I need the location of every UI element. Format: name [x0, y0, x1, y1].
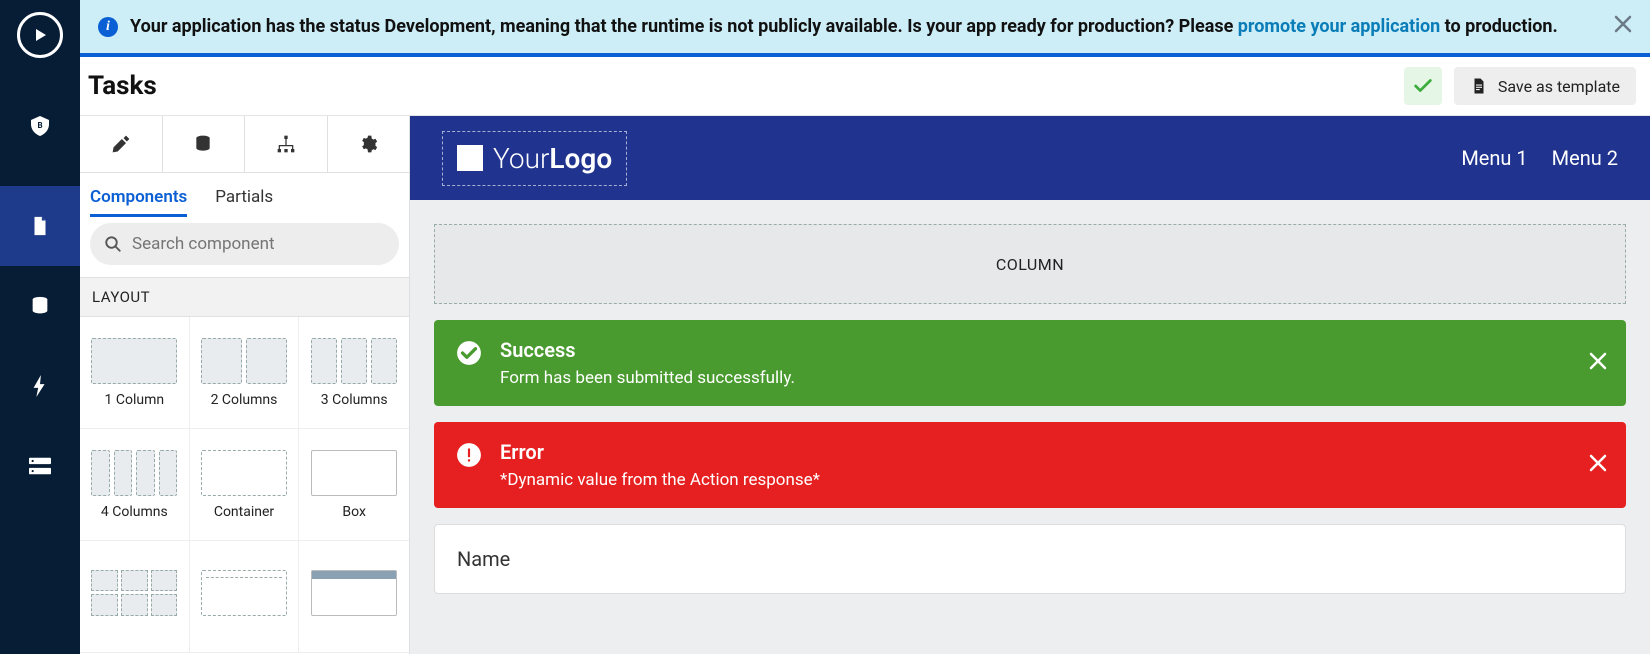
banner-text: Your application has the status Developm…: [130, 16, 1558, 37]
palette-3-columns[interactable]: 3 Columns: [299, 317, 409, 429]
tool-tab-tree[interactable]: [245, 116, 328, 172]
alert-error[interactable]: Error *Dynamic value from the Action res…: [434, 422, 1626, 508]
alert-success-title: Success: [500, 338, 1604, 362]
save-as-template-label: Save as template: [1498, 77, 1620, 96]
save-as-template-button[interactable]: Save as template: [1454, 67, 1636, 105]
status-ok-icon: [1404, 67, 1442, 105]
nav-database[interactable]: [0, 266, 80, 346]
promote-link[interactable]: promote your application: [1238, 16, 1440, 37]
nav-pages[interactable]: [0, 186, 80, 266]
subtab-components[interactable]: Components: [90, 187, 187, 207]
alert-success-close-icon[interactable]: [1588, 351, 1608, 375]
search-component[interactable]: [90, 223, 399, 265]
status-banner: i Your application has the status Develo…: [80, 0, 1650, 57]
alert-error-title: Error: [500, 440, 1604, 464]
tool-tab-settings[interactable]: [328, 116, 410, 172]
run-button[interactable]: [17, 12, 63, 58]
name-field[interactable]: Name: [434, 524, 1626, 594]
search-input[interactable]: [132, 234, 385, 254]
section-layout-header: LAYOUT: [80, 277, 409, 317]
menu-item-1[interactable]: Menu 1: [1461, 146, 1527, 170]
svg-text:B: B: [37, 121, 42, 130]
menu-item-2[interactable]: Menu 2: [1552, 146, 1618, 170]
nav-badge[interactable]: B: [0, 86, 80, 166]
info-icon: i: [98, 17, 118, 37]
palette-grid[interactable]: [80, 541, 190, 653]
logo-placeholder[interactable]: YourLogo: [442, 131, 627, 186]
error-circle-icon: [456, 442, 482, 468]
page-header[interactable]: YourLogo Menu 1 Menu 2: [410, 116, 1650, 200]
column-dropzone[interactable]: COLUMN: [434, 224, 1626, 304]
tool-tab-data[interactable]: [163, 116, 246, 172]
banner-close-icon[interactable]: [1614, 14, 1632, 39]
palette-box[interactable]: Box: [299, 429, 409, 541]
search-icon: [104, 235, 122, 253]
palette-1-column[interactable]: 1 Column: [80, 317, 190, 429]
palette-browser[interactable]: [299, 541, 409, 653]
component-palette: Components Partials LAYOUT 1 Column 2 Co…: [80, 116, 410, 654]
alert-error-close-icon[interactable]: [1588, 453, 1608, 477]
alert-error-body: *Dynamic value from the Action response*: [500, 470, 1604, 490]
nav-servers[interactable]: [0, 426, 80, 506]
nav-actions[interactable]: [0, 346, 80, 426]
palette-container[interactable]: Container: [190, 429, 300, 541]
alert-success[interactable]: Success Form has been submitted successf…: [434, 320, 1626, 406]
logo-icon: [457, 145, 483, 171]
nav-rail: B: [0, 0, 80, 654]
palette-4-columns[interactable]: 4 Columns: [80, 429, 190, 541]
palette-2-columns[interactable]: 2 Columns: [190, 317, 300, 429]
topbar: Tasks Save as template: [80, 57, 1650, 116]
subtab-partials[interactable]: Partials: [215, 187, 273, 207]
page-title: Tasks: [88, 71, 157, 101]
alert-success-body: Form has been submitted successfully.: [500, 368, 1604, 388]
check-circle-icon: [456, 340, 482, 366]
palette-card[interactable]: [190, 541, 300, 653]
canvas[interactable]: YourLogo Menu 1 Menu 2 COLUMN Succ: [410, 116, 1650, 654]
tool-tab-design[interactable]: [80, 116, 163, 172]
